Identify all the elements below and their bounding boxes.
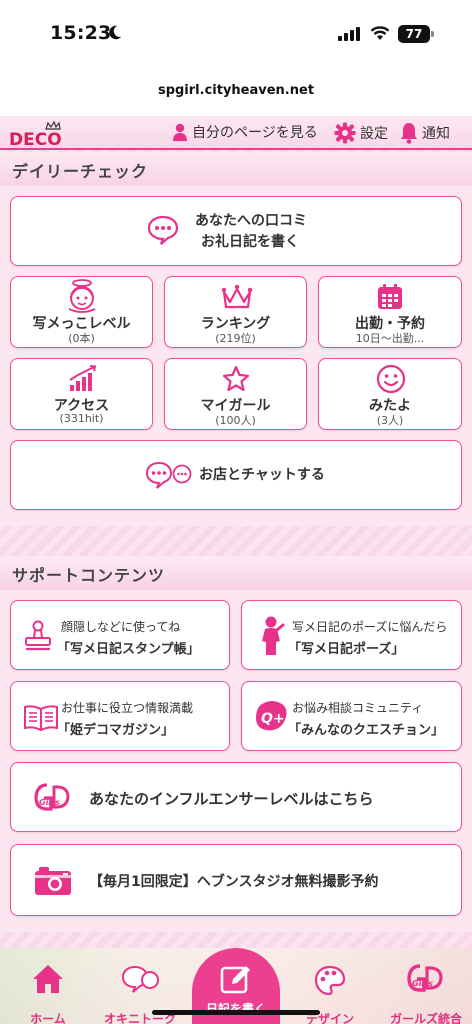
pose-silhouette-icon <box>262 616 285 655</box>
home-icon <box>33 965 63 993</box>
support-small-text: お悩み相談コミュニティ <box>292 701 424 715</box>
cellular-signal-icon <box>338 27 360 41</box>
tile-access[interactable]: アクセス (331hit) <box>10 358 153 430</box>
studio-reservation-card[interactable]: 【毎月1回限定】ヘブンスタジオ無料撮影予約 <box>10 844 462 916</box>
daily-check-header: デイリーチェック <box>0 152 472 186</box>
support-small-text: 顔隠しなどに使ってね <box>61 620 181 634</box>
open-book-icon <box>24 705 58 732</box>
settings-link[interactable]: 設定 <box>334 122 388 144</box>
tile-sub: (100人) <box>215 414 256 427</box>
tile-sub: 10日～出勤... <box>355 332 425 345</box>
gear-icon <box>334 122 356 144</box>
support-big-text: 「写メ日記スタンプ帳」 <box>57 642 200 657</box>
support-big-text: 「姫デコマガジン」 <box>57 723 175 738</box>
review-line-1: あなたへの口コミ <box>195 213 307 229</box>
home-indicator <box>152 1010 320 1015</box>
shop-chat-card[interactable]: お店とチャットする <box>10 440 462 510</box>
tab-label: ホーム <box>30 1012 66 1024</box>
support-big-text: 「みんなのクエスチョン」 <box>288 723 445 738</box>
deco-logo[interactable]: DECO <box>8 121 64 147</box>
wifi-icon <box>370 26 390 40</box>
tile-sub: (3人) <box>376 414 404 427</box>
browser-url-bar[interactable]: spgirl.cityheaven.net <box>0 70 472 116</box>
url-text[interactable]: spgirl.cityheaven.net <box>0 83 472 98</box>
app-content: DECO 自分のページを見る 設定 通知 デイリーチェック あなたへの口コミ お… <box>0 116 472 1024</box>
svg-text:Girls: Girls <box>412 979 433 988</box>
stamp-icon <box>25 620 51 651</box>
notifications-label: 通知 <box>422 126 450 142</box>
calendar-icon <box>378 284 402 309</box>
battery-icon: 77 <box>398 25 430 43</box>
support-stamp-card[interactable]: 顔隠しなどに使ってね 「写メ日記スタンプ帳」 <box>10 600 230 670</box>
edit-icon <box>220 966 250 994</box>
my-page-link[interactable]: 自分のページを見る <box>172 122 318 142</box>
battery-tip <box>431 31 434 37</box>
top-nav: DECO 自分のページを見る 設定 通知 <box>0 116 472 150</box>
crown-icon <box>221 284 253 309</box>
shop-chat-label: お店とチャットする <box>199 467 325 483</box>
review-diary-card[interactable]: あなたへの口コミ お礼日記を書く <box>10 196 462 266</box>
support-pose-card[interactable]: 写メ日記のポーズに悩んだら 「写メ日記ポーズ」 <box>241 600 462 670</box>
status-time: 15:23 <box>50 22 112 44</box>
moon-icon <box>109 25 122 40</box>
svg-text:DECO: DECO <box>9 130 62 147</box>
my-page-label: 自分のページを見る <box>192 125 318 141</box>
support-big-text: 「写メ日記ポーズ」 <box>288 642 405 657</box>
svg-text:Q+: Q+ <box>261 711 285 727</box>
smile-icon <box>376 364 406 394</box>
tile-sub: (219位) <box>215 332 256 345</box>
studio-reservation-label: 【毎月1回限定】ヘブンスタジオ無料撮影予約 <box>89 874 379 890</box>
star-icon <box>222 365 250 392</box>
question-community-icon: Q+ <box>256 701 287 731</box>
gd-girls-icon: Girls <box>34 783 70 811</box>
review-line-2: お礼日記を書く <box>201 234 299 250</box>
tile-my-girl[interactable]: マイガール (100人) <box>164 358 307 430</box>
tile-schedule[interactable]: 出勤・予約 10日～出勤... <box>318 276 462 348</box>
daily-check-title: デイリーチェック <box>12 162 149 181</box>
support-small-text: お仕事に役立つ情報満載 <box>61 701 194 715</box>
bar-chart-icon <box>69 365 97 391</box>
tile-mitayo[interactable]: みたよ (3人) <box>318 358 462 430</box>
tab-label: ガールズ統合 <box>389 1012 462 1024</box>
chat-bubbles-icon <box>121 965 159 993</box>
support-header: サポートコンテンツ <box>0 556 472 590</box>
support-title: サポートコンテンツ <box>12 566 166 585</box>
tile-sub: (331hit) <box>59 412 104 425</box>
person-icon <box>173 123 187 141</box>
support-small-text: 写メ日記のポーズに悩んだら <box>292 620 448 634</box>
notifications-link[interactable]: 通知 <box>400 122 450 144</box>
support-question-card[interactable]: Q+ お悩み相談コミュニティ 「みんなのクエスチョン」 <box>241 681 462 751</box>
chat-bubbles-icon <box>145 461 192 489</box>
tile-shamekko-level[interactable]: 写メっこレベル (0本) <box>10 276 153 348</box>
svg-text:Girls: Girls <box>39 798 60 807</box>
influencer-level-label: あなたのインフルエンサーレベルはこちら <box>89 790 374 808</box>
camera-icon <box>35 867 71 895</box>
angel-face-icon <box>68 279 96 313</box>
tile-ranking[interactable]: ランキング (219位) <box>164 276 307 348</box>
influencer-level-card[interactable]: Girls あなたのインフルエンサーレベルはこちら <box>10 762 462 832</box>
palette-icon <box>314 965 346 996</box>
status-bar: 15:23 77 <box>0 0 472 70</box>
chat-bubble-icon <box>147 215 179 245</box>
tile-sub: (0本) <box>68 332 95 345</box>
settings-label: 設定 <box>360 126 388 142</box>
gd-girls-icon: Girls <box>407 964 443 992</box>
bell-icon <box>401 123 417 144</box>
support-magazine-card[interactable]: お仕事に役立つ情報満載 「姫デコマガジン」 <box>10 681 230 751</box>
